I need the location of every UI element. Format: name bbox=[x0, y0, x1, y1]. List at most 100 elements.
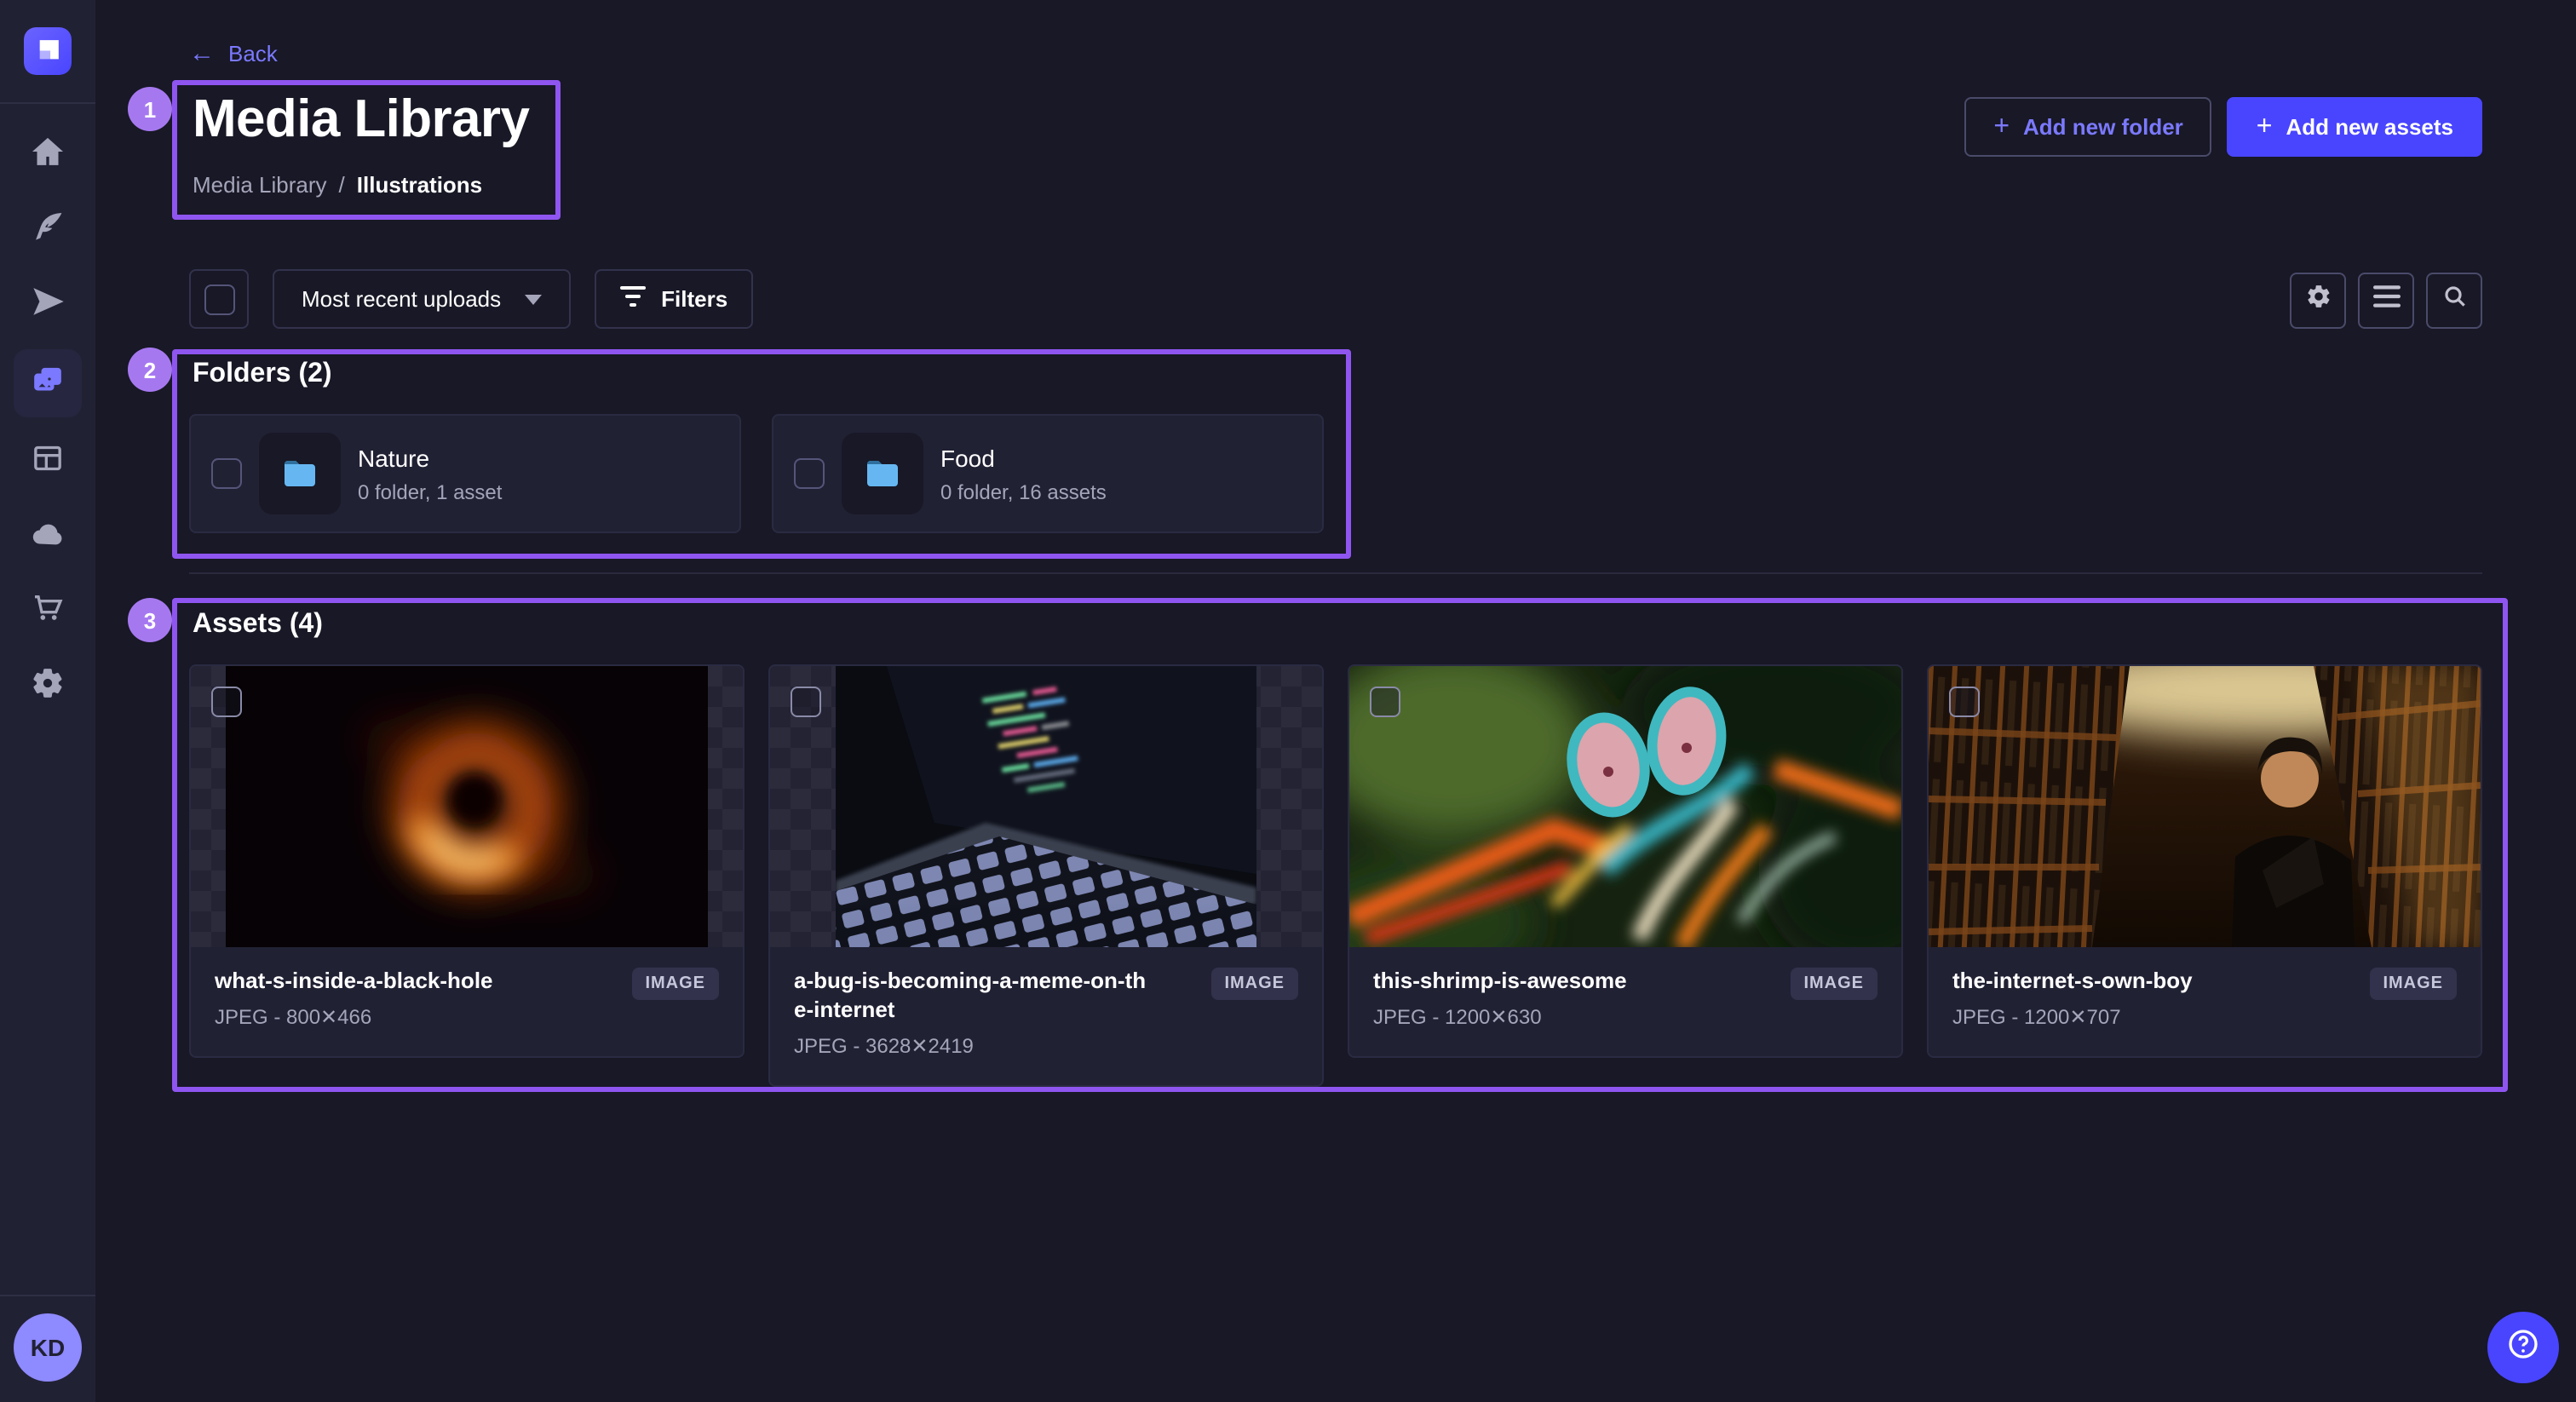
toolbar: Most recent uploads Filters bbox=[189, 269, 753, 329]
filters-label: Filters bbox=[661, 286, 727, 312]
folder-card-nature[interactable]: Nature 0 folder, 1 asset bbox=[189, 414, 741, 533]
asset-card-black-hole[interactable]: what-s-inside-a-black-hole JPEG - 800✕46… bbox=[189, 664, 745, 1058]
sidebar-item-home[interactable] bbox=[14, 124, 82, 186]
folder-name: Food bbox=[940, 444, 1107, 471]
page-title: Media Library bbox=[193, 89, 529, 150]
back-link[interactable]: ← Back bbox=[189, 41, 278, 66]
search-button[interactable] bbox=[2426, 273, 2482, 329]
asset-type-badge: IMAGE bbox=[2369, 968, 2457, 1000]
asset-info: the-internet-s-own-boy JPEG - 1200✕707 I… bbox=[1929, 947, 2481, 1056]
list-view-button[interactable] bbox=[2358, 273, 2414, 329]
back-label: Back bbox=[228, 41, 278, 66]
user-avatar[interactable]: KD bbox=[14, 1313, 82, 1382]
section-divider bbox=[189, 572, 2482, 574]
sidebar-item-cloud[interactable] bbox=[14, 506, 82, 567]
folder-checkbox[interactable] bbox=[794, 458, 825, 489]
gear-icon bbox=[2304, 283, 2332, 319]
folder-name: Nature bbox=[358, 444, 502, 471]
paper-plane-icon bbox=[31, 284, 65, 326]
folders-heading: Folders (2) bbox=[193, 359, 332, 390]
asset-type-badge: IMAGE bbox=[1790, 968, 1877, 1000]
asset-checkbox[interactable] bbox=[791, 687, 821, 717]
layout-icon bbox=[31, 440, 65, 483]
add-new-assets-button[interactable]: + Add new assets bbox=[2228, 97, 2482, 157]
filter-icon bbox=[620, 286, 646, 312]
sidebar-footer: KD bbox=[0, 1295, 95, 1402]
folder-checkbox[interactable] bbox=[211, 458, 242, 489]
help-button[interactable] bbox=[2487, 1312, 2559, 1383]
sidebar-item-marketplace[interactable] bbox=[14, 581, 82, 642]
feather-icon bbox=[31, 209, 65, 251]
plus-icon: + bbox=[2257, 113, 2273, 141]
asset-name: what-s-inside-a-black-hole bbox=[215, 968, 493, 997]
asset-thumbnail-laptop-code bbox=[770, 666, 1322, 947]
asset-type-badge: IMAGE bbox=[1210, 968, 1298, 1000]
sidebar-item-content-type-builder[interactable] bbox=[14, 431, 82, 492]
header-actions: + Add new folder + Add new assets bbox=[1964, 97, 2482, 157]
asset-meta: JPEG - 800✕466 bbox=[215, 1005, 493, 1029]
folder-meta: 0 folder, 1 asset bbox=[358, 480, 502, 503]
main-content: ← Back Media Library Media Library / Ill… bbox=[95, 0, 2576, 1402]
plus-icon: + bbox=[1993, 113, 2010, 141]
view-controls bbox=[2290, 273, 2482, 329]
breadcrumb: Media Library / Illustrations bbox=[193, 172, 482, 198]
sidebar-nav bbox=[14, 124, 82, 717]
list-icon bbox=[2372, 283, 2400, 319]
folder-meta: 0 folder, 16 assets bbox=[940, 480, 1107, 503]
asset-meta: JPEG - 1200✕707 bbox=[1952, 1005, 2193, 1029]
asset-meta: JPEG - 3628✕2419 bbox=[794, 1034, 1152, 1058]
search-icon bbox=[2441, 283, 2468, 319]
asset-type-badge: IMAGE bbox=[631, 968, 719, 1000]
breadcrumb-current: Illustrations bbox=[357, 172, 482, 198]
asset-card-shrimp[interactable]: this-shrimp-is-awesome JPEG - 1200✕630 I… bbox=[1348, 664, 1903, 1058]
question-mark-icon bbox=[2506, 1326, 2540, 1369]
home-icon bbox=[31, 134, 65, 176]
cart-icon bbox=[31, 590, 65, 633]
sidebar-item-media-library[interactable] bbox=[14, 349, 82, 417]
asset-checkbox[interactable] bbox=[1370, 687, 1400, 717]
asset-checkbox[interactable] bbox=[1949, 687, 1980, 717]
folder-icon bbox=[842, 433, 923, 514]
folders-row: Nature 0 folder, 1 asset Food 0 folder, … bbox=[189, 414, 1324, 533]
sort-value: Most recent uploads bbox=[302, 286, 501, 312]
folder-info: Food 0 folder, 16 assets bbox=[940, 444, 1107, 503]
configure-view-button[interactable] bbox=[2290, 273, 2346, 329]
assets-heading: Assets (4) bbox=[193, 610, 323, 641]
asset-card-internets-own-boy[interactable]: the-internet-s-own-boy JPEG - 1200✕707 I… bbox=[1927, 664, 2482, 1058]
select-all-checkbox[interactable] bbox=[189, 269, 249, 329]
filters-button[interactable]: Filters bbox=[595, 269, 753, 329]
asset-thumbnail-black-hole bbox=[191, 666, 743, 947]
strapi-logo-icon[interactable] bbox=[24, 27, 72, 75]
cloud-icon bbox=[31, 515, 65, 558]
caret-down-icon bbox=[525, 294, 542, 304]
asset-name: the-internet-s-own-boy bbox=[1952, 968, 2193, 997]
folder-card-food[interactable]: Food 0 folder, 16 assets bbox=[772, 414, 1324, 533]
asset-meta: JPEG - 1200✕630 bbox=[1373, 1005, 1627, 1029]
asset-thumbnail-shrimp bbox=[1349, 666, 1901, 947]
checkbox bbox=[204, 284, 234, 314]
folder-info: Nature 0 folder, 1 asset bbox=[358, 444, 502, 503]
sidebar-item-releases[interactable] bbox=[14, 274, 82, 336]
logo-wrap bbox=[0, 0, 95, 104]
asset-name: a-bug-is-becoming-a-meme-on-the-internet bbox=[794, 968, 1152, 1026]
asset-card-bug-meme[interactable]: a-bug-is-becoming-a-meme-on-the-internet… bbox=[768, 664, 1324, 1087]
add-new-folder-button[interactable]: + Add new folder bbox=[1964, 97, 2211, 157]
breadcrumb-parent[interactable]: Media Library bbox=[193, 172, 327, 198]
breadcrumb-separator: / bbox=[339, 172, 345, 198]
gear-icon bbox=[31, 665, 65, 708]
add-new-folder-label: Add new folder bbox=[2023, 114, 2183, 140]
back-arrow-icon: ← bbox=[189, 41, 215, 66]
asset-checkbox[interactable] bbox=[211, 687, 242, 717]
asset-name: this-shrimp-is-awesome bbox=[1373, 968, 1627, 997]
sidebar-item-settings[interactable] bbox=[14, 656, 82, 717]
assets-grid: what-s-inside-a-black-hole JPEG - 800✕46… bbox=[189, 664, 2482, 1087]
add-new-assets-label: Add new assets bbox=[2286, 114, 2453, 140]
media-library-icon bbox=[31, 362, 65, 405]
sort-dropdown[interactable]: Most recent uploads bbox=[273, 269, 571, 329]
asset-info: this-shrimp-is-awesome JPEG - 1200✕630 I… bbox=[1349, 947, 1901, 1056]
media-library-page: KD ← Back Media Library Media Library / … bbox=[0, 0, 2576, 1402]
asset-info: a-bug-is-becoming-a-meme-on-the-internet… bbox=[770, 947, 1322, 1085]
sidebar: KD bbox=[0, 0, 95, 1402]
sidebar-item-content-manager[interactable] bbox=[14, 199, 82, 261]
asset-thumbnail-library bbox=[1929, 666, 2481, 947]
